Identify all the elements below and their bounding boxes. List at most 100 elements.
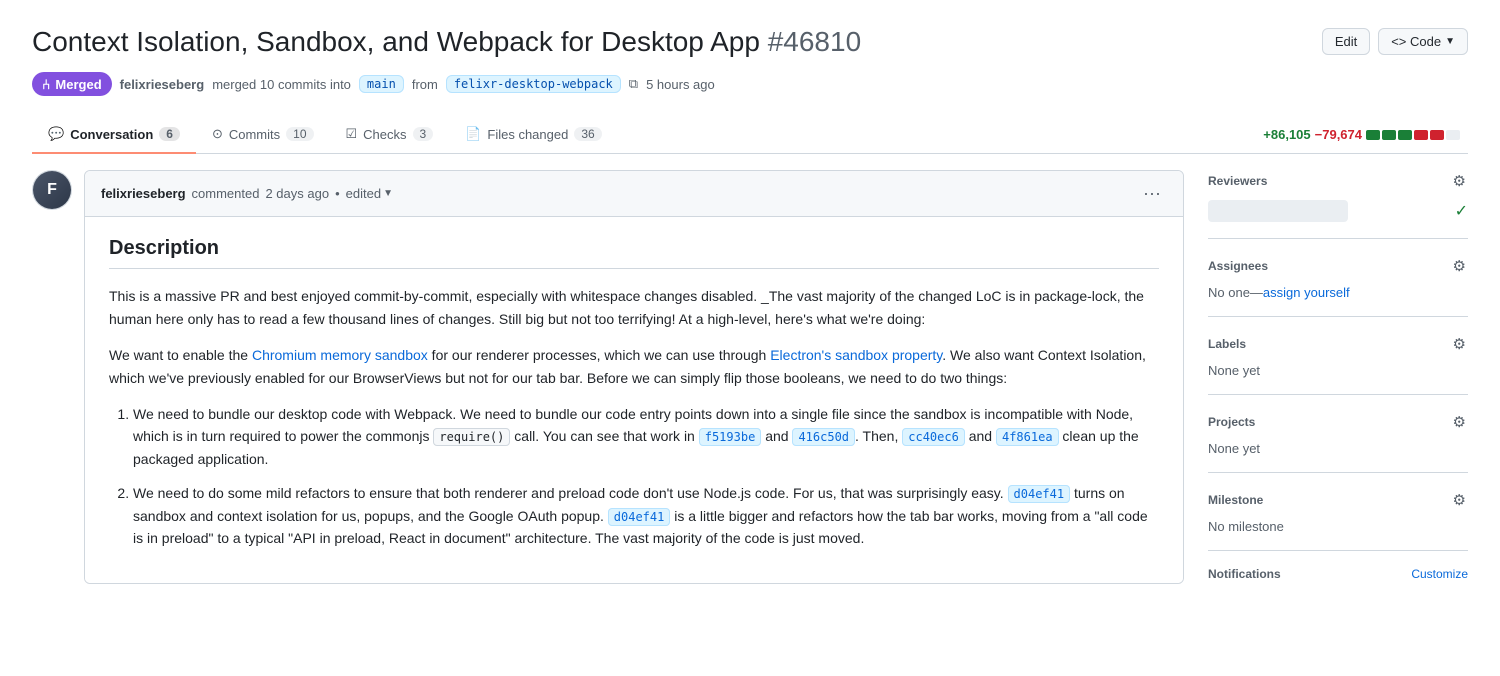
- pr-number: #46810: [768, 26, 861, 57]
- milestone-value: No milestone: [1208, 519, 1468, 534]
- projects-gear-button[interactable]: ⚙: [1451, 411, 1468, 433]
- edited-dropdown[interactable]: edited ▼: [346, 186, 393, 201]
- more-options-button[interactable]: ···: [1137, 181, 1167, 206]
- pr-author-name: felixrieseberg: [120, 77, 205, 92]
- sidebar-labels-header: Labels ⚙: [1208, 333, 1468, 355]
- tab-files-changed[interactable]: 📄 Files changed 36: [449, 116, 618, 154]
- diff-stats: +86,105 −79,674: [1263, 127, 1468, 142]
- milestone-gear-button[interactable]: ⚙: [1451, 489, 1468, 511]
- commit-416c50d[interactable]: 416c50d: [792, 428, 855, 446]
- sidebar-milestone: Milestone ⚙ No milestone: [1208, 473, 1468, 551]
- pr-title: Context Isolation, Sandbox, and Webpack …: [32, 24, 1306, 60]
- diff-bar-seg-4: [1414, 130, 1428, 140]
- description-p1: This is a massive PR and best enjoyed co…: [109, 285, 1159, 330]
- sidebar-assignees-header: Assignees ⚙: [1208, 255, 1468, 277]
- projects-title: Projects: [1208, 415, 1255, 429]
- sidebar: Reviewers ⚙ ✓ Assignees ⚙ No one—assign …: [1208, 170, 1468, 597]
- reviewers-gear-button[interactable]: ⚙: [1451, 170, 1468, 192]
- code-button-label: <> Code: [1391, 34, 1441, 49]
- list-item-1: We need to bundle our desktop code with …: [133, 403, 1159, 470]
- conversation-icon: 💬: [48, 126, 64, 142]
- copy-icon[interactable]: ⧉: [629, 76, 638, 92]
- check-icon: ✓: [1455, 201, 1468, 221]
- tab-conversation-label: Conversation: [70, 127, 153, 142]
- main-content: F felixrieseberg commented 2 days ago • …: [32, 170, 1184, 597]
- commits-count: 10: [286, 127, 313, 141]
- comment-header-left: felixrieseberg commented 2 days ago • ed…: [101, 186, 393, 201]
- chromium-sandbox-link[interactable]: Chromium memory sandbox: [252, 347, 428, 363]
- electron-sandbox-link[interactable]: Electron's sandbox property: [770, 347, 942, 363]
- comment-box: felixrieseberg commented 2 days ago • ed…: [84, 170, 1184, 584]
- tab-checks[interactable]: ☑ Checks 3: [330, 116, 450, 154]
- commit-cc40ec6[interactable]: cc40ec6: [902, 428, 965, 446]
- no-one-text: No one—: [1208, 285, 1263, 300]
- diff-bar-seg-2: [1382, 130, 1396, 140]
- chevron-down-icon: ▼: [1445, 36, 1455, 47]
- reviewer-row: ✓: [1208, 200, 1468, 222]
- comment-wrapper: F felixrieseberg commented 2 days ago • …: [32, 170, 1184, 584]
- tab-commits[interactable]: ⊙ Commits 10: [196, 116, 330, 154]
- sidebar-reviewers-header: Reviewers ⚙: [1208, 170, 1468, 192]
- base-branch-tag[interactable]: main: [359, 75, 404, 93]
- code-button[interactable]: <> Code ▼: [1378, 28, 1468, 55]
- description-list: We need to bundle our desktop code with …: [109, 403, 1159, 549]
- merged-badge: ⑃ Merged: [32, 72, 112, 96]
- avatar: F: [32, 170, 72, 210]
- sidebar-labels: Labels ⚙ None yet: [1208, 317, 1468, 395]
- comment-body: Description This is a massive PR and bes…: [85, 217, 1183, 583]
- diff-bar: [1366, 130, 1460, 140]
- edit-button[interactable]: Edit: [1322, 28, 1370, 55]
- tab-files-label: Files changed: [487, 127, 568, 142]
- diff-bar-seg-1: [1366, 130, 1380, 140]
- commit-d04ef41-1[interactable]: d04ef41: [1008, 485, 1071, 503]
- commit-4f861ea[interactable]: 4f861ea: [996, 428, 1059, 446]
- diff-bar-seg-3: [1398, 130, 1412, 140]
- commit-d04ef41-2[interactable]: d04ef41: [608, 508, 671, 526]
- reviewers-title: Reviewers: [1208, 174, 1267, 188]
- from-text: from: [412, 77, 438, 92]
- deletions-count: −79,674: [1315, 127, 1362, 142]
- files-count: 36: [574, 127, 601, 141]
- avatar-image: F: [33, 171, 71, 209]
- description-p2: We want to enable the Chromium memory sa…: [109, 344, 1159, 389]
- notifications-title: Notifications: [1208, 567, 1281, 581]
- content-layout: F felixrieseberg commented 2 days ago • …: [32, 170, 1468, 597]
- require-code: require(): [433, 428, 510, 446]
- diff-bar-seg-6: [1446, 130, 1460, 140]
- pr-meta-action: merged 10 commits into: [212, 77, 351, 92]
- comment-time: 2 days ago: [265, 186, 329, 201]
- edited-label: edited: [346, 186, 381, 201]
- pr-tabs: 💬 Conversation 6 ⊙ Commits 10 ☑ Checks 3…: [32, 116, 1468, 154]
- sidebar-reviewers: Reviewers ⚙ ✓: [1208, 170, 1468, 239]
- comment-action: commented: [192, 186, 260, 201]
- additions-count: +86,105: [1263, 127, 1310, 142]
- checks-count: 3: [413, 127, 434, 141]
- assignees-gear-button[interactable]: ⚙: [1451, 255, 1468, 277]
- sidebar-projects-header: Projects ⚙: [1208, 411, 1468, 433]
- sidebar-projects: Projects ⚙ None yet: [1208, 395, 1468, 473]
- pr-meta: ⑃ Merged felixrieseberg merged 10 commit…: [32, 72, 1468, 96]
- merged-label: Merged: [55, 77, 101, 92]
- tab-checks-label: Checks: [363, 127, 406, 142]
- customize-link[interactable]: Customize: [1411, 567, 1468, 581]
- pr-meta-author: felixrieseberg: [120, 77, 205, 92]
- labels-title: Labels: [1208, 337, 1246, 351]
- diff-bar-seg-5: [1430, 130, 1444, 140]
- description-title: Description: [109, 237, 1159, 269]
- reviewer-placeholder: [1208, 200, 1348, 222]
- comment-header: felixrieseberg commented 2 days ago • ed…: [85, 171, 1183, 217]
- checks-icon: ☑: [346, 126, 358, 142]
- merge-icon: ⑃: [42, 76, 50, 92]
- comment-meta-dot: •: [335, 186, 340, 201]
- pr-title-text: Context Isolation, Sandbox, and Webpack …: [32, 26, 760, 57]
- tab-commits-label: Commits: [229, 127, 280, 142]
- assign-yourself-link[interactable]: assign yourself: [1263, 285, 1350, 300]
- labels-gear-button[interactable]: ⚙: [1451, 333, 1468, 355]
- conversation-count: 6: [159, 127, 180, 141]
- commits-icon: ⊙: [212, 126, 223, 142]
- tab-conversation[interactable]: 💬 Conversation 6: [32, 116, 196, 154]
- commit-f5193be[interactable]: f5193be: [699, 428, 762, 446]
- comment-author[interactable]: felixrieseberg: [101, 186, 186, 201]
- head-branch-tag[interactable]: felixr-desktop-webpack: [446, 75, 621, 93]
- labels-value: None yet: [1208, 363, 1468, 378]
